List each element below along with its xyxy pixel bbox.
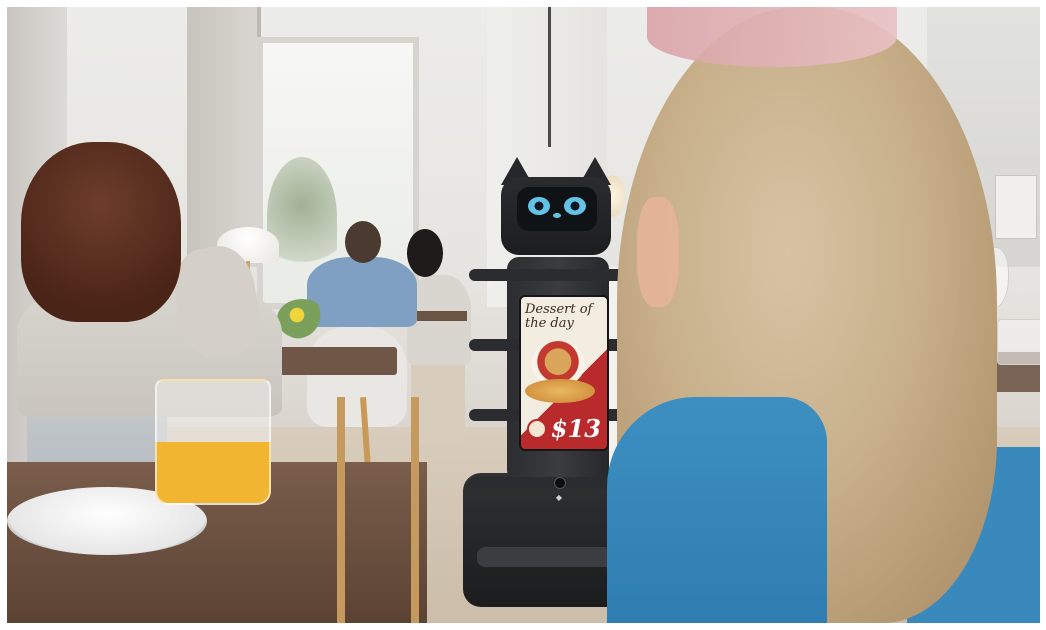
background-table <box>417 311 467 321</box>
robot-nose <box>553 213 561 218</box>
flower-vase <box>277 299 327 339</box>
cheek <box>637 197 679 307</box>
robot-menu-screen[interactable]: Dessert of the day $13 <box>519 295 609 451</box>
dessert-plate <box>525 379 595 403</box>
robot-eye <box>564 197 586 215</box>
robot-tray <box>469 269 635 281</box>
woman-hair <box>21 142 181 322</box>
diner-man-head <box>345 221 381 263</box>
water-glass <box>997 319 1040 365</box>
robot-eye <box>528 197 550 215</box>
diner-woman-head <box>407 229 443 277</box>
menu-board <box>995 175 1037 239</box>
screen-price: $13 <box>550 414 601 443</box>
robot-sensor <box>554 477 566 489</box>
pendant-lamp-pole <box>548 7 551 147</box>
robot-logo-icon: ◆ <box>555 493 563 502</box>
photo-frame: Dessert of the day $13 ◆ <box>7 7 1040 623</box>
screen-headline: Dessert of the day <box>525 302 593 331</box>
blue-shirt <box>607 397 827 623</box>
robot-bumper <box>477 547 625 567</box>
wooden-chair <box>337 397 419 623</box>
juice-glass <box>155 379 271 505</box>
brand-badge-icon <box>527 419 547 439</box>
headband <box>647 7 897 67</box>
